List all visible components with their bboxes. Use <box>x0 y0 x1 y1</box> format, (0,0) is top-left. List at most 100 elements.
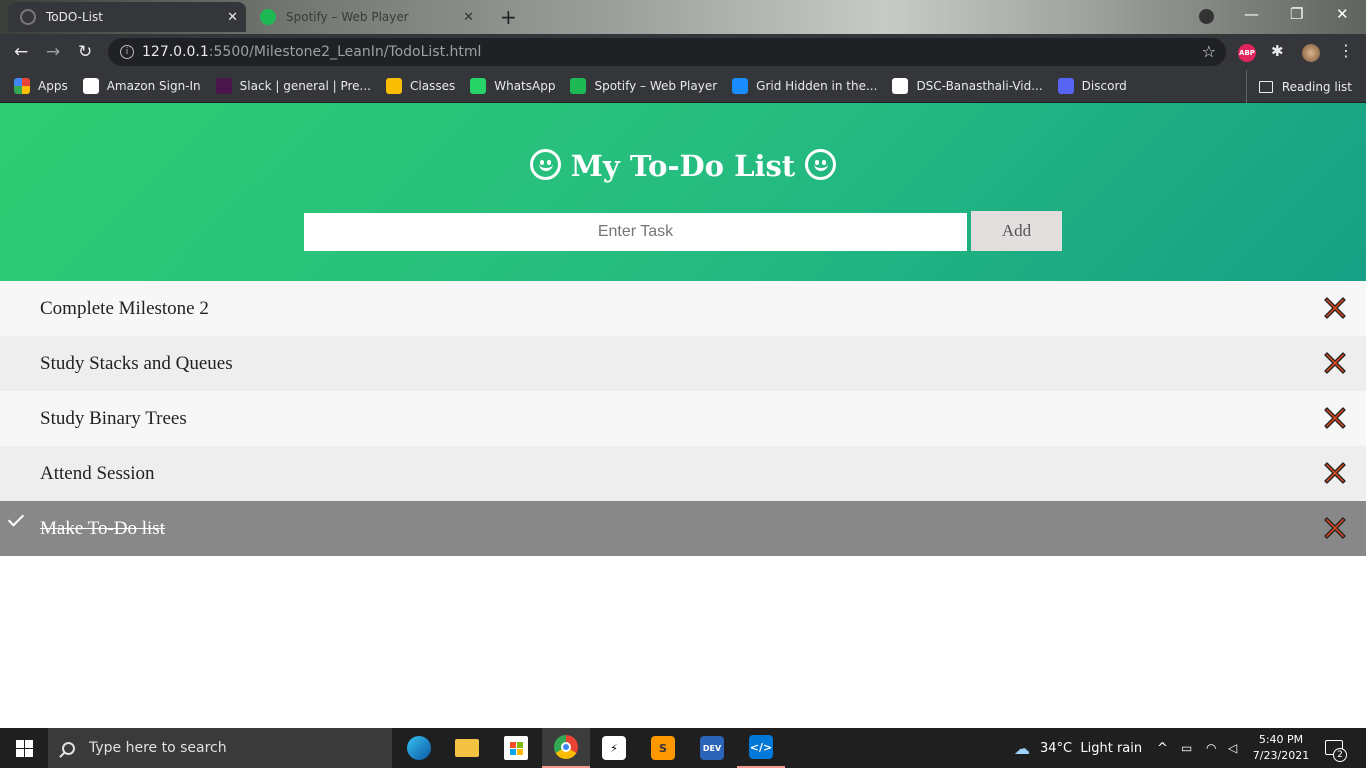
bookmarks-bar: Apps Amazon Sign-In Slack | general | Pre.… <box>0 70 1366 103</box>
pb-icon <box>732 78 749 94</box>
taskbar-search-placeholder: Type here to search <box>89 740 227 756</box>
bookmark-item[interactable]: Grid Hidden in the... <box>732 78 877 94</box>
window-close-icon[interactable]: ✕ <box>1336 5 1349 23</box>
close-tab-icon[interactable]: ✕ <box>227 10 238 25</box>
bookmark-item[interactable]: Classes <box>386 78 455 94</box>
bookmark-label: Amazon Sign-In <box>106 79 201 93</box>
spotify-favicon-icon <box>260 9 276 25</box>
task-input[interactable] <box>304 213 967 251</box>
discord-icon <box>1057 78 1074 94</box>
store-icon[interactable] <box>492 728 540 768</box>
windows-start-icon[interactable] <box>16 740 33 757</box>
spotify-icon <box>570 78 587 94</box>
delete-task-icon[interactable] <box>1323 351 1347 375</box>
restore-icon[interactable]: ❐ <box>1290 5 1303 23</box>
url-path: :5500/Milestone2_LeanIn/TodoList.html <box>208 44 482 60</box>
more-menu-icon[interactable]: ⋮ <box>1338 41 1356 60</box>
search-icon <box>62 741 75 755</box>
bookmark-item[interactable]: Discord <box>1057 78 1127 94</box>
task-item[interactable]: Study Stacks and Queues <box>0 336 1366 391</box>
todo-header: My To-Do List Add <box>0 103 1366 281</box>
windows-taskbar: Type here to search ⚡ S DEV </> ☁ 34°C L… <box>0 728 1366 768</box>
bookmark-item[interactable]: Amazon Sign-In <box>82 78 201 94</box>
bookmark-label: Slack | general | Pre... <box>239 79 371 93</box>
close-tab-icon[interactable]: ✕ <box>463 10 474 25</box>
delete-task-icon[interactable] <box>1323 461 1347 485</box>
extensions-icon[interactable]: ✱ <box>1271 42 1289 60</box>
chrome-icon[interactable] <box>542 728 590 768</box>
classroom-icon <box>386 78 402 94</box>
task-item[interactable]: Attend Session <box>0 446 1366 501</box>
forward-icon[interactable]: → <box>46 42 60 62</box>
reading-list-button[interactable]: Reading list <box>1245 70 1352 103</box>
amazon-icon <box>82 78 99 94</box>
profile-avatar[interactable] <box>1302 44 1320 62</box>
wifi-icon[interactable]: ◠ <box>1206 728 1216 768</box>
browser-tab-strip: ToDO-List ✕ Spotify – Web Player ✕ + — ❐… <box>0 0 1366 34</box>
task-text: Make To-Do list <box>40 517 165 539</box>
weather-text: 34°C Light rain <box>1040 740 1143 756</box>
smiley-icon <box>805 149 837 180</box>
tab-todo-list[interactable]: ToDO-List ✕ <box>8 2 246 32</box>
task-item[interactable]: Complete Milestone 2 <box>0 281 1366 336</box>
bookmark-label: DSC-Banasthali-Vid... <box>916 79 1043 93</box>
file-explorer-icon[interactable] <box>443 728 491 768</box>
smiley-icon <box>529 149 561 180</box>
clock-date: 7/23/2021 <box>1252 749 1310 762</box>
minimize-icon[interactable]: — <box>1244 5 1259 23</box>
delete-task-icon[interactable] <box>1323 296 1347 320</box>
task-text: Complete Milestone 2 <box>40 297 209 319</box>
tab-spotify[interactable]: Spotify – Web Player ✕ <box>252 2 484 32</box>
new-tab-icon[interactable]: + <box>500 5 517 29</box>
back-icon[interactable]: ← <box>14 42 28 62</box>
bookmark-item[interactable]: Spotify – Web Player <box>570 78 717 94</box>
bookmark-label: WhatsApp <box>494 79 556 93</box>
bookmark-item[interactable]: WhatsApp <box>470 78 555 94</box>
delete-task-icon[interactable] <box>1323 406 1347 430</box>
add-button[interactable]: Add <box>971 211 1062 251</box>
bookmark-item[interactable]: Apps <box>14 78 68 94</box>
apps-grid-icon <box>14 78 30 94</box>
sublime-icon[interactable]: S <box>639 728 687 768</box>
zap-app-icon[interactable]: ⚡ <box>590 728 638 768</box>
task-item[interactable]: Study Binary Trees <box>0 391 1366 446</box>
bookmark-label: Spotify – Web Player <box>594 79 718 93</box>
delete-task-icon[interactable] <box>1323 516 1347 540</box>
address-bar[interactable]: i 127.0.0.1:5500/Milestone2_LeanIn/TodoL… <box>108 38 1226 66</box>
tab-search-icon[interactable] <box>1199 9 1214 24</box>
task-text: Attend Session <box>40 462 155 484</box>
adblock-plus-icon[interactable]: ABP <box>1238 44 1256 62</box>
task-text: Study Stacks and Queues <box>40 352 233 374</box>
bookmark-label: Classes <box>410 79 456 93</box>
github-icon <box>892 78 909 94</box>
tab-title: Spotify – Web Player <box>286 10 409 24</box>
bookmark-item[interactable]: DSC-Banasthali-Vid... <box>892 78 1043 94</box>
cloud-rain-icon: ☁ <box>1014 738 1030 758</box>
battery-icon[interactable]: ▭ <box>1181 728 1192 768</box>
task-text: Study Binary Trees <box>40 407 187 429</box>
clock-time: 5:40 PM <box>1258 733 1304 746</box>
volume-icon[interactable]: ◁ <box>1228 728 1237 768</box>
page-favicon-icon <box>20 9 36 25</box>
taskbar-search[interactable]: Type here to search <box>48 728 392 768</box>
devc-icon[interactable]: DEV <box>688 728 736 768</box>
edge-icon[interactable] <box>395 728 443 768</box>
reload-icon[interactable]: ↻ <box>78 42 92 62</box>
page-title: My To-Do List <box>0 149 1366 183</box>
bookmark-item[interactable]: Slack | general | Pre... <box>215 78 371 94</box>
taskbar-clock[interactable]: 5:40 PM 7/23/2021 <box>1250 732 1312 764</box>
task-item[interactable]: Make To-Do list <box>0 501 1366 556</box>
show-hidden-icons-icon[interactable]: ^ <box>1157 728 1168 768</box>
reading-list-label: Reading list <box>1281 79 1352 94</box>
bookmark-label: Apps <box>38 79 68 93</box>
site-info-icon[interactable]: i <box>120 45 134 59</box>
vscode-icon[interactable]: </> <box>737 728 785 768</box>
notification-count-badge: 2 <box>1333 748 1347 762</box>
bookmark-label: Grid Hidden in the... <box>756 79 878 93</box>
weather-widget[interactable]: ☁ 34°C Light rain <box>1014 728 1142 768</box>
bookmark-label: Discord <box>1081 79 1127 93</box>
checkmark-icon <box>7 510 25 527</box>
reading-list-icon <box>1258 80 1273 93</box>
tab-title: ToDO-List <box>46 10 103 24</box>
bookmark-star-icon[interactable]: ☆ <box>1202 42 1216 61</box>
